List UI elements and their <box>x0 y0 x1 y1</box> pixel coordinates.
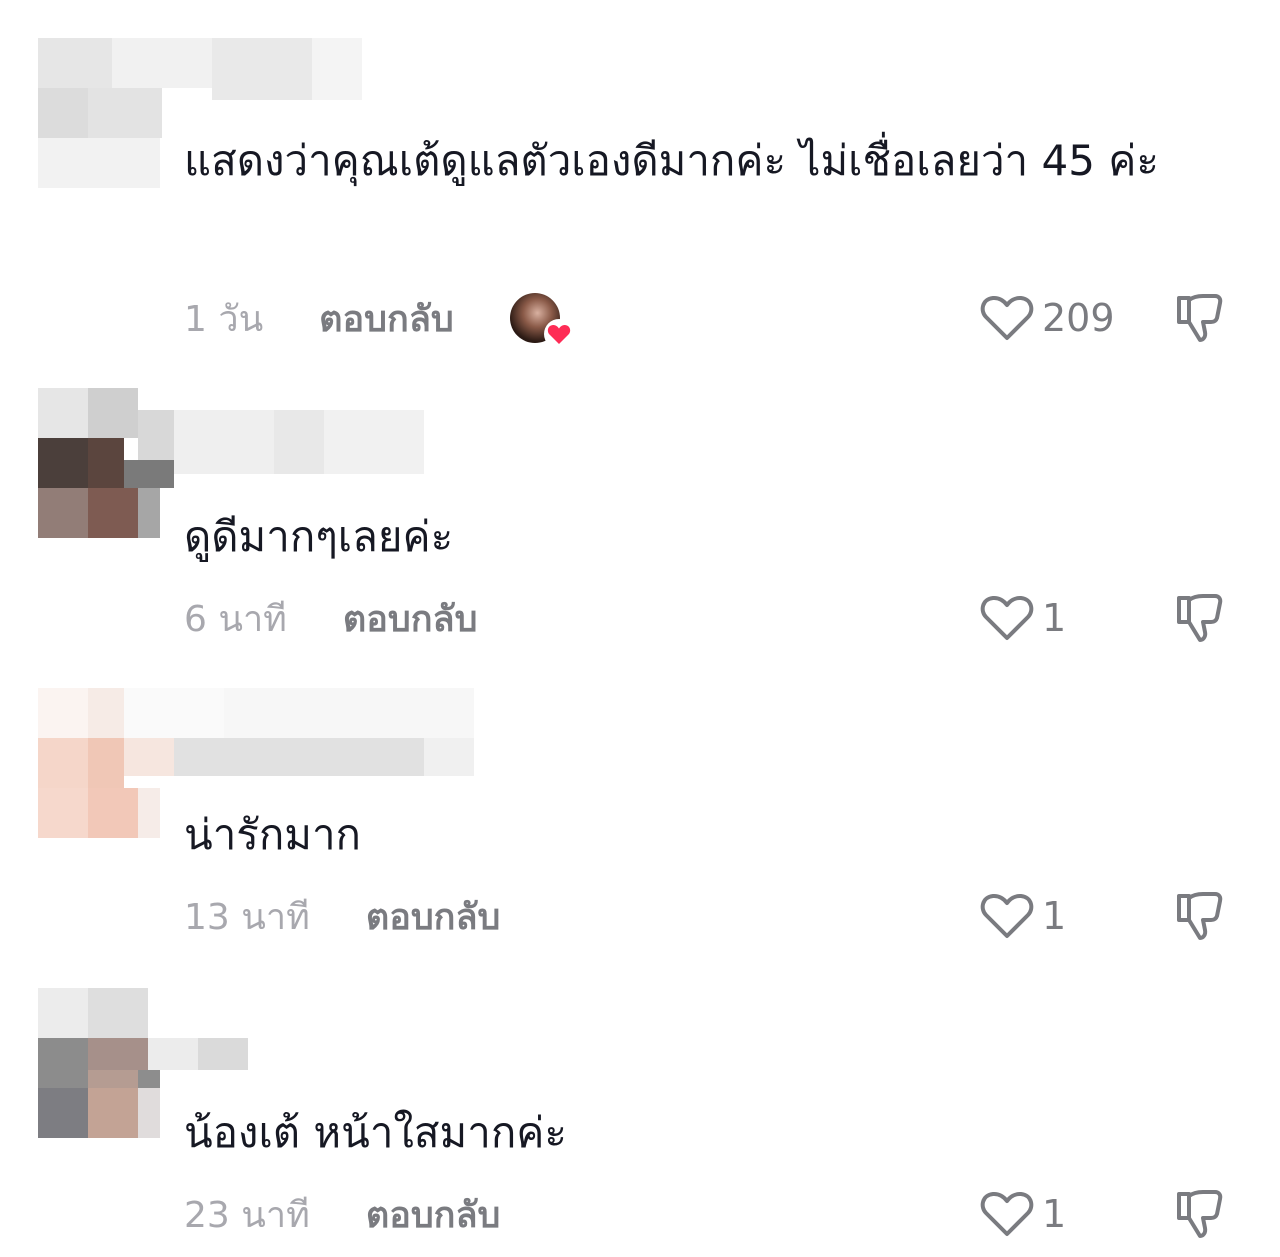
heart-outline-icon <box>980 595 1034 640</box>
thumbs-down-outline-icon <box>1177 294 1223 342</box>
like-button[interactable]: 1 <box>980 1184 1066 1244</box>
like-button[interactable]: 209 <box>980 288 1115 348</box>
like-count: 1 <box>1042 596 1067 640</box>
like-button[interactable]: 1 <box>980 588 1066 648</box>
comment-text: น่ารักมาก <box>184 810 361 859</box>
comment-meta: 23 นาที ตอบกลับ <box>184 1184 500 1244</box>
comment-time: 1 วัน <box>184 298 264 340</box>
reply-button[interactable]: ตอบกลับ <box>366 888 501 945</box>
reply-button[interactable]: ตอบกลับ <box>366 1186 501 1243</box>
dislike-button[interactable] <box>1172 588 1228 648</box>
comments-list: แสดงว่าคุณเต้ดูแลตัวเองดีมากค่ะ ไม่เชื่อ… <box>0 0 1280 1257</box>
comment-meta: 13 นาที ตอบกลับ <box>184 886 500 946</box>
like-button[interactable]: 1 <box>980 886 1066 946</box>
reply-button[interactable]: ตอบกลับ <box>343 590 478 647</box>
heart-outline-icon <box>980 893 1034 938</box>
thumbs-down-outline-icon <box>1177 594 1223 642</box>
thumbs-down-outline-icon <box>1177 892 1223 940</box>
heart-filled-icon <box>543 319 574 349</box>
comment-text: น้องเต้ หน้าใสมากค่ะ <box>184 1108 567 1157</box>
like-count: 209 <box>1042 296 1115 340</box>
thumbs-down-outline-icon <box>1177 1190 1223 1238</box>
comment-text: แสดงว่าคุณเต้ดูแลตัวเองดีมากค่ะ ไม่เชื่อ… <box>184 136 1159 185</box>
dislike-button[interactable] <box>1172 288 1228 348</box>
comment-time: 6 นาที <box>184 598 287 640</box>
comment-text: ดูดีมากๆเลยค่ะ <box>184 512 454 561</box>
comment-time: 23 นาที <box>184 1194 310 1236</box>
reply-button[interactable]: ตอบกลับ <box>319 290 454 347</box>
comment-meta: 1 วัน ตอบกลับ <box>184 288 574 349</box>
heart-outline-icon <box>980 1191 1034 1236</box>
like-count: 1 <box>1042 894 1067 938</box>
like-count: 1 <box>1042 1192 1067 1236</box>
dislike-button[interactable] <box>1172 1184 1228 1244</box>
comment-time: 13 นาที <box>184 896 310 938</box>
heart-outline-icon <box>980 295 1034 340</box>
comment-meta: 6 นาที ตอบกลับ <box>184 588 477 648</box>
dislike-button[interactable] <box>1172 886 1228 946</box>
creator-liked-avatar <box>509 293 574 349</box>
